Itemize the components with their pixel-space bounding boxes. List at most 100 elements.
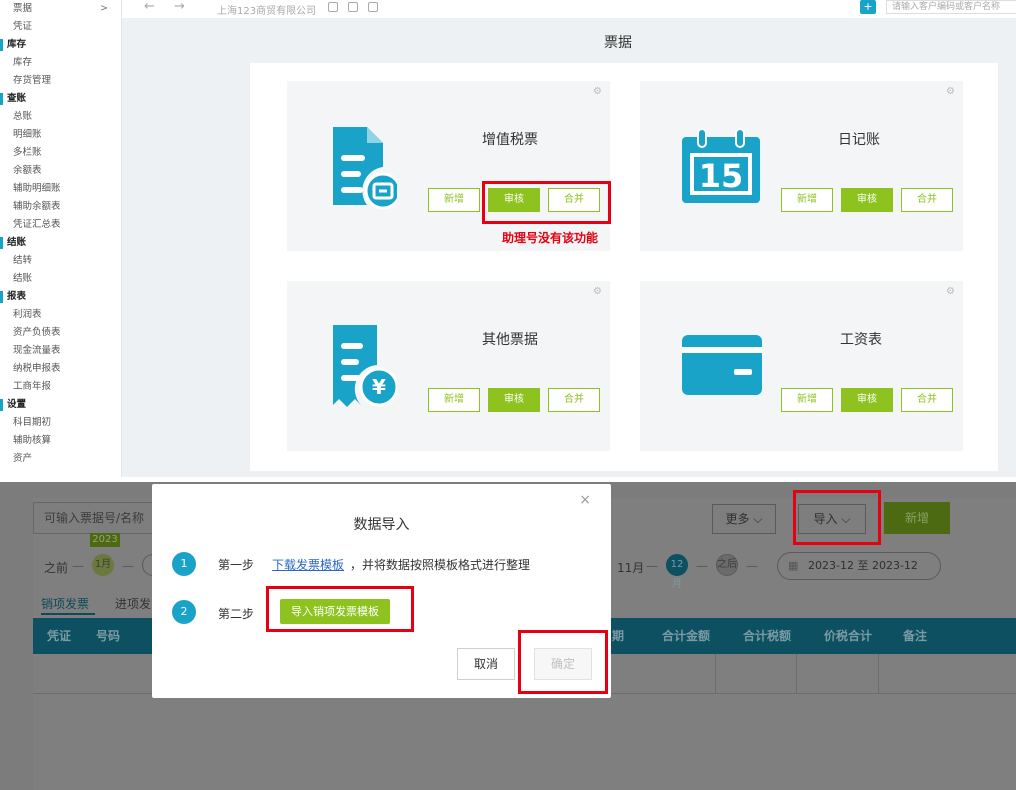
receipt-icon: ¥ (333, 325, 397, 407)
sidebar-item-bills[interactable]: 票据 > (0, 0, 122, 18)
back-arrow-icon[interactable]: ← (144, 0, 155, 16)
forward-arrow-icon[interactable]: → (174, 0, 185, 16)
sidebar-item-tax-return[interactable]: 纳税申报表 (0, 360, 122, 378)
gear-icon[interactable]: ⚙ (593, 86, 602, 97)
download-template-link[interactable]: 下载发票模板 (272, 556, 344, 573)
bill-cards-panel: ⚙ 增值税票 新增 审核 合并 ⚙ 15 日记账 新增 审核 合并 ⚙ ¥ 其他… (250, 63, 998, 471)
highlight-box-import (793, 490, 881, 545)
sidebar-item-aux-detail[interactable]: 辅助明细账 (0, 180, 122, 198)
period-after[interactable]: 之后 (716, 554, 738, 576)
sidebar-item-general-ledger[interactable]: 总账 (0, 108, 122, 126)
audit-button[interactable]: 审核 (841, 388, 893, 412)
card-other-bills: ⚙ ¥ 其他票据 新增 审核 合并 (287, 281, 610, 451)
step-1-badge: 1 (168, 548, 198, 578)
more-dropdown[interactable]: 更多 ⌵ (712, 504, 776, 534)
chevron-down-icon: ⌵ (753, 512, 763, 526)
sidebar-item-assets[interactable]: 资产 (0, 450, 122, 468)
tab-sales-invoice[interactable]: 销项发票 (41, 595, 89, 612)
column-header: 合计金额 (662, 629, 711, 643)
cancel-button[interactable]: 取消 (457, 648, 515, 680)
card-payment-icon (682, 335, 762, 395)
table-divider (796, 654, 797, 694)
calendar-icon: ▦ (788, 559, 799, 572)
sidebar-item-balance-sheet[interactable]: 余额表 (0, 162, 122, 180)
sidebar-item-multi-column-ledger[interactable]: 多栏账 (0, 144, 122, 162)
client-search-input[interactable]: 请输入客户编码或客户名称 (886, 0, 1016, 14)
sidebar-item-voucher[interactable]: 凭证 (0, 18, 122, 36)
step-2-label: 第二步 (218, 607, 255, 621)
period-connector: — (646, 559, 658, 573)
period-month-11[interactable]: 11月 (617, 559, 644, 576)
audit-button[interactable]: 审核 (841, 188, 893, 212)
add-button[interactable]: 新增 (781, 388, 833, 412)
period-month-12[interactable]: 12月 (666, 554, 688, 590)
sidebar-item-opening-balance[interactable]: 科目期初 (0, 414, 122, 432)
print-icon[interactable] (328, 2, 338, 12)
step-1-label: 第一步 (218, 558, 255, 572)
inbox-icon[interactable] (368, 2, 378, 12)
sidebar-item-close-books[interactable]: 结账 (0, 270, 122, 288)
highlight-box-import-template (266, 586, 414, 632)
sidebar-item-aux-balance[interactable]: 辅助余额表 (0, 198, 122, 216)
merge-button[interactable]: 合并 (548, 388, 600, 412)
calendar-icon: 15 (682, 128, 760, 203)
sidebar-item-carry-over[interactable]: 结转 (0, 252, 122, 270)
sidebar-item-inventory[interactable]: 库存 (0, 54, 122, 72)
company-name: 上海123商贸有限公司 (217, 6, 317, 17)
new-button[interactable]: 新增 (884, 502, 950, 534)
audit-button[interactable]: 审核 (488, 388, 540, 412)
gear-icon[interactable]: ⚙ (946, 86, 955, 97)
step-2-badge: 2 (168, 596, 198, 626)
sidebar: 票据 > 凭证 库存 库存 存货管理 查账 总账 明细账 多栏账 余额表 辅助明细… (0, 0, 122, 477)
highlight-box-audit (482, 181, 611, 224)
close-icon[interactable]: × (579, 492, 591, 508)
period-connector: — (696, 559, 708, 573)
sidebar-item-aux-accounting[interactable]: 辅助核算 (0, 432, 122, 450)
sidebar-item-detail-ledger[interactable]: 明细账 (0, 126, 122, 144)
card-title: 日记账 (838, 132, 880, 148)
add-button[interactable]: 新增 (428, 388, 480, 412)
year-tag: 2023 (90, 533, 120, 547)
range-start: 2023-12 (808, 559, 854, 572)
merge-button[interactable]: 合并 (901, 388, 953, 412)
sidebar-item-annual-report[interactable]: 工商年报 (0, 378, 122, 396)
card-title: 工资表 (840, 332, 882, 348)
period-month-1[interactable]: 1月 (92, 554, 114, 576)
range-separator: 至 (857, 559, 869, 572)
merge-button[interactable]: 合并 (901, 188, 953, 212)
date-range-picker[interactable]: ▦ 2023-12 至 2023-12 (777, 552, 941, 580)
gear-icon[interactable]: ⚙ (946, 286, 955, 297)
tab-purchase-invoice[interactable]: 进项发 (115, 595, 151, 612)
page-title: 票据 (604, 35, 632, 51)
card-diary: ⚙ 15 日记账 新增 审核 合并 (640, 81, 963, 251)
sidebar-item-income-statement[interactable]: 利润表 (0, 306, 122, 324)
step-1-instruction: ，并将数据按照模板格式进行整理 (350, 558, 531, 572)
period-connector: — (122, 559, 134, 573)
card-vat-invoice: ⚙ 增值税票 新增 审核 合并 (287, 81, 610, 251)
list-icon[interactable] (348, 2, 358, 12)
screenshot-divider (0, 478, 1016, 482)
period-before[interactable]: 之前 (44, 559, 68, 576)
more-label: 更多 (725, 512, 750, 526)
table-divider (715, 654, 716, 694)
gear-icon[interactable]: ⚙ (593, 286, 602, 297)
range-end: 2023-12 (871, 559, 918, 572)
active-tab-indicator (41, 613, 95, 615)
add-button[interactable]: 新增 (781, 188, 833, 212)
svg-text:¥: ¥ (372, 375, 386, 399)
sidebar-item-stock-management[interactable]: 存货管理 (0, 72, 122, 90)
add-button[interactable]: 新增 (428, 188, 480, 212)
sidebar-item-cash-flow[interactable]: 现金流量表 (0, 342, 122, 360)
calendar-day: 15 (699, 157, 744, 195)
card-title: 其他票据 (482, 332, 538, 348)
add-client-button[interactable]: + (860, 0, 876, 14)
sidebar-item-voucher-summary[interactable]: 凭证汇总表 (0, 216, 122, 234)
column-header: 合计税额 (743, 629, 792, 643)
sidebar-item-balance-statement[interactable]: 资产负债表 (0, 324, 122, 342)
card-salary: ⚙ 工资表 新增 审核 合并 (640, 281, 963, 451)
sidebar-group-closing: 结账 (0, 234, 122, 252)
column-header: 号码 (96, 629, 121, 643)
sidebar-group-settings: 设置 (0, 396, 122, 414)
column-header: 期 (612, 629, 625, 643)
period-connector: — (72, 559, 84, 573)
